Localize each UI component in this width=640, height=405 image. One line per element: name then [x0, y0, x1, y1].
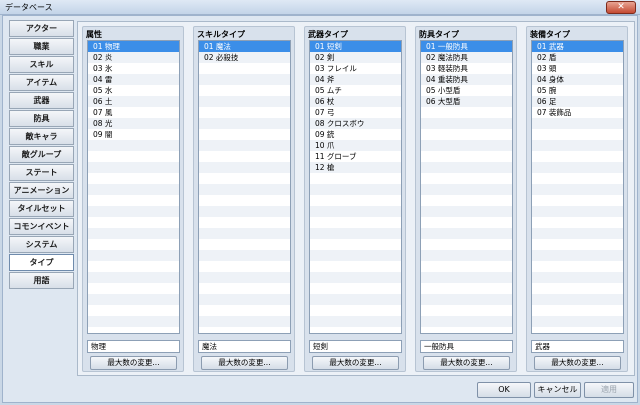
list-item[interactable]: 03 軽装防具 [421, 63, 512, 74]
window-title: データベース [5, 3, 53, 12]
list-item[interactable]: 06 土 [88, 96, 179, 107]
list-item[interactable]: 12 槍 [310, 162, 401, 173]
list-item[interactable]: 08 光 [88, 118, 179, 129]
list-item[interactable]: 03 氷 [88, 63, 179, 74]
nav-item[interactable]: 敵グループ [9, 146, 74, 163]
type-list[interactable]: 01 一般防具 02 魔法防具 03 軽装防具 04 重装防具 05 小型盾 06 大型盾 [420, 40, 513, 334]
ok-button[interactable]: OK [477, 382, 531, 398]
list-item[interactable]: 01 一般防具 [421, 41, 512, 52]
list-item[interactable]: 01 武器 [532, 41, 623, 52]
list-item[interactable]: 02 必殺技 [199, 52, 290, 63]
nav-item[interactable]: 用語 [9, 272, 74, 289]
type-list[interactable]: 01 物理 02 炎 03 氷 04 雷 05 水 06 土 07 風 08 光 09 闇 [87, 40, 180, 334]
list-item[interactable]: 09 銃 [310, 129, 401, 140]
list-item[interactable]: 06 杖 [310, 96, 401, 107]
nav-item[interactable]: コモンイベント [9, 218, 74, 235]
title-bar: データベース ✕ [0, 0, 640, 15]
types-panel: 属性 01 物理 02 炎 03 氷 04 雷 05 水 06 土 07 風 08 光 09 闇物… [77, 21, 635, 376]
list-item[interactable]: 10 爪 [310, 140, 401, 151]
column-title: 武器タイプ [308, 30, 348, 39]
nav-item[interactable]: スキル [9, 56, 74, 73]
name-field[interactable]: 短剣 [309, 340, 402, 353]
list-item[interactable]: 02 剣 [310, 52, 401, 63]
column-title: スキルタイプ [197, 30, 245, 39]
type-list[interactable]: 01 魔法 02 必殺技 [198, 40, 291, 334]
type-list[interactable]: 01 短剣 02 剣 03 フレイル 04 斧 05 ムチ 06 杖 07 弓 08 クロスボ… [309, 40, 402, 334]
list-item[interactable]: 02 炎 [88, 52, 179, 63]
list-item[interactable]: 05 腕 [532, 85, 623, 96]
type-column: 武器タイプ 01 短剣 02 剣 03 フレイル 04 斧 05 ムチ 06 杖 07 弓 08… [304, 26, 406, 372]
list-item[interactable]: 08 クロスボウ [310, 118, 401, 129]
list-item[interactable]: 09 闇 [88, 129, 179, 140]
list-item[interactable]: 05 水 [88, 85, 179, 96]
list-item[interactable]: 03 頭 [532, 63, 623, 74]
column-title: 属性 [86, 30, 102, 39]
nav-item[interactable]: 職業 [9, 38, 74, 55]
list-item[interactable]: 06 大型盾 [421, 96, 512, 107]
nav-item[interactable]: タイルセット [9, 200, 74, 217]
list-item[interactable]: 02 魔法防具 [421, 52, 512, 63]
list-item[interactable]: 07 装飾品 [532, 107, 623, 118]
nav-item[interactable]: システム [9, 236, 74, 253]
list-item[interactable]: 06 足 [532, 96, 623, 107]
change-max-button[interactable]: 最大数の変更... [201, 356, 288, 370]
list-item[interactable]: 01 魔法 [199, 41, 290, 52]
column-title: 装備タイプ [530, 30, 570, 39]
list-item[interactable]: 04 重装防具 [421, 74, 512, 85]
list-item[interactable]: 07 風 [88, 107, 179, 118]
nav-item[interactable]: タイプ [9, 254, 74, 271]
nav-item[interactable]: 武器 [9, 92, 74, 109]
column-title: 防具タイプ [419, 30, 459, 39]
nav-item[interactable]: アイテム [9, 74, 74, 91]
apply-button[interactable]: 適用 [584, 382, 634, 398]
change-max-button[interactable]: 最大数の変更... [312, 356, 399, 370]
type-column: 属性 01 物理 02 炎 03 氷 04 雷 05 水 06 土 07 風 08 光 09 闇物… [82, 26, 184, 372]
list-item[interactable]: 02 盾 [532, 52, 623, 63]
cancel-button[interactable]: キャンセル [534, 382, 581, 398]
close-button[interactable]: ✕ [606, 1, 636, 14]
nav-item[interactable]: アクター [9, 20, 74, 37]
type-list[interactable]: 01 武器 02 盾 03 頭 04 身体 05 腕 06 足 07 装飾品 [531, 40, 624, 334]
list-item[interactable]: 07 弓 [310, 107, 401, 118]
type-column: 防具タイプ 01 一般防具 02 魔法防具 03 軽装防具 04 重装防具 05 小型盾 0… [415, 26, 517, 372]
list-item[interactable]: 04 身体 [532, 74, 623, 85]
type-column: スキルタイプ 01 魔法 02 必殺技 魔法 最大数の変更... [193, 26, 295, 372]
name-field[interactable]: 物理 [87, 340, 180, 353]
list-item[interactable]: 05 ムチ [310, 85, 401, 96]
database-window: アクター 職業 スキル アイテム 武器 防具 敵キャラ 敵グループ ステート アニメーション タイル… [2, 15, 638, 403]
list-item[interactable]: 04 斧 [310, 74, 401, 85]
nav-item[interactable]: 敵キャラ [9, 128, 74, 145]
change-max-button[interactable]: 最大数の変更... [90, 356, 177, 370]
nav-item[interactable]: アニメーション [9, 182, 74, 199]
change-max-button[interactable]: 最大数の変更... [423, 356, 510, 370]
list-item[interactable]: 01 短剣 [310, 41, 401, 52]
list-item[interactable]: 05 小型盾 [421, 85, 512, 96]
name-field[interactable]: 魔法 [198, 340, 291, 353]
list-item[interactable]: 01 物理 [88, 41, 179, 52]
list-item[interactable]: 04 雷 [88, 74, 179, 85]
list-item[interactable]: 03 フレイル [310, 63, 401, 74]
name-field[interactable]: 武器 [531, 340, 624, 353]
change-max-button[interactable]: 最大数の変更... [534, 356, 621, 370]
type-column: 装備タイプ 01 武器 02 盾 03 頭 04 身体 05 腕 06 足 07 装飾品 武器最… [526, 26, 628, 372]
category-nav: アクター 職業 スキル アイテム 武器 防具 敵キャラ 敵グループ ステート アニメーション タイル… [9, 20, 74, 290]
nav-item[interactable]: 防具 [9, 110, 74, 127]
nav-item[interactable]: ステート [9, 164, 74, 181]
list-item[interactable]: 11 グローブ [310, 151, 401, 162]
name-field[interactable]: 一般防具 [420, 340, 513, 353]
